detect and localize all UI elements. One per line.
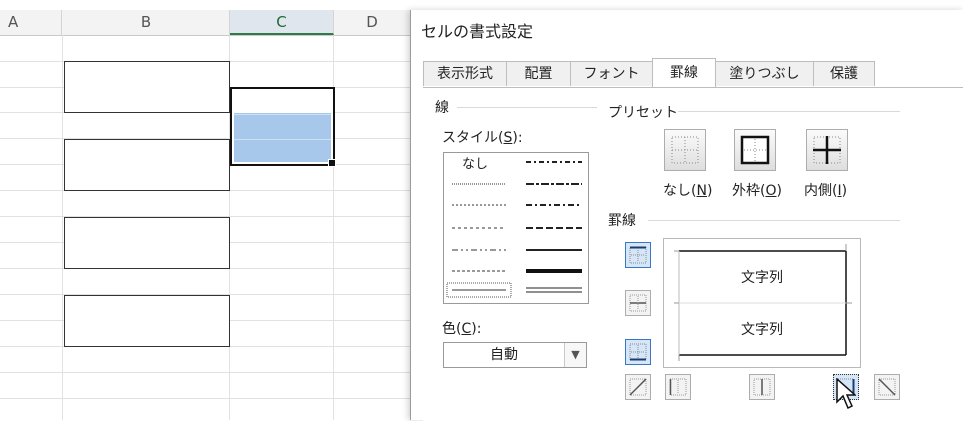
ribbon-bottom-edge bbox=[0, 0, 963, 10]
border-inside-vertical-button[interactable] bbox=[749, 374, 775, 400]
group-divider bbox=[457, 107, 597, 108]
bordered-cell[interactable] bbox=[64, 61, 230, 113]
color-label: 色(C): bbox=[442, 321, 482, 337]
border-group-title: 罫線 bbox=[608, 213, 636, 229]
bordered-cell[interactable] bbox=[64, 139, 230, 191]
preset-outline-icon bbox=[740, 135, 770, 165]
border-top-icon bbox=[629, 246, 647, 264]
line-style-list[interactable]: なし bbox=[443, 152, 589, 304]
line-group-title: 線 bbox=[435, 100, 449, 116]
gridline bbox=[234, 139, 331, 140]
preset-outline-button[interactable] bbox=[734, 129, 776, 171]
tab-number[interactable]: 表示形式 bbox=[423, 61, 507, 86]
selection-fill bbox=[234, 113, 331, 162]
gridline bbox=[0, 372, 412, 373]
diagonal-up-icon bbox=[629, 378, 647, 396]
mouse-pointer-icon bbox=[836, 378, 856, 410]
gridline bbox=[62, 35, 63, 420]
border-left-icon bbox=[669, 378, 687, 396]
border-inside-vertical-icon bbox=[753, 378, 771, 396]
tab-font[interactable]: フォント bbox=[570, 61, 653, 86]
gridline bbox=[0, 398, 412, 399]
diagonal-down-icon bbox=[878, 378, 896, 396]
fill-handle[interactable] bbox=[328, 159, 336, 167]
border-diagonal-up-button[interactable] bbox=[625, 374, 651, 400]
column-header-a[interactable]: A bbox=[0, 10, 62, 35]
border-preview[interactable]: 文字列 文字列 bbox=[663, 238, 861, 368]
preset-outline-label: 外枠(O) bbox=[732, 183, 782, 199]
bordered-cell[interactable] bbox=[64, 217, 230, 269]
line-color-select[interactable]: 自動 ▼ bbox=[443, 342, 587, 368]
border-inside-horizontal-button[interactable] bbox=[625, 290, 651, 316]
column-header-c[interactable]: C bbox=[230, 10, 334, 35]
group-divider bbox=[678, 111, 900, 112]
tab-fill[interactable]: 塗りつぶし bbox=[715, 61, 814, 86]
selected-range[interactable] bbox=[230, 87, 335, 166]
preset-none-button[interactable] bbox=[664, 129, 706, 171]
chevron-down-icon[interactable]: ▼ bbox=[564, 343, 586, 367]
style-label: スタイル(S): bbox=[442, 130, 523, 146]
tab-alignment[interactable]: 配置 bbox=[506, 61, 571, 86]
column-header-d[interactable]: D bbox=[334, 10, 411, 35]
preview-text-bottom: 文字列 bbox=[741, 322, 783, 338]
preset-inside-icon bbox=[813, 136, 841, 164]
dialog-title: セルの書式設定 bbox=[421, 22, 534, 41]
border-inside-horizontal-icon bbox=[629, 294, 647, 312]
preview-borders bbox=[674, 244, 852, 361]
gridline bbox=[234, 114, 331, 115]
preset-none-label: なし(N) bbox=[663, 183, 713, 199]
preset-inside-button[interactable] bbox=[806, 129, 848, 171]
preset-group-title: プリセット bbox=[608, 105, 678, 121]
preview-text-top: 文字列 bbox=[741, 270, 783, 286]
border-top-button[interactable] bbox=[625, 242, 651, 268]
column-header-b[interactable]: B bbox=[63, 10, 230, 35]
line-style-swatches[interactable] bbox=[444, 153, 588, 303]
tab-protection[interactable]: 保護 bbox=[813, 61, 875, 86]
border-bottom-button[interactable] bbox=[625, 339, 651, 365]
bordered-cell[interactable] bbox=[64, 295, 230, 347]
preset-none-icon bbox=[671, 136, 699, 164]
preset-inside-label: 内側(I) bbox=[804, 183, 848, 199]
border-diagonal-down-button[interactable] bbox=[874, 374, 900, 400]
group-divider bbox=[648, 220, 900, 221]
border-bottom-icon bbox=[629, 343, 647, 361]
line-color-value: 自動 bbox=[490, 347, 518, 363]
tab-border[interactable]: 罫線 bbox=[652, 58, 716, 87]
border-left-button[interactable] bbox=[665, 374, 691, 400]
